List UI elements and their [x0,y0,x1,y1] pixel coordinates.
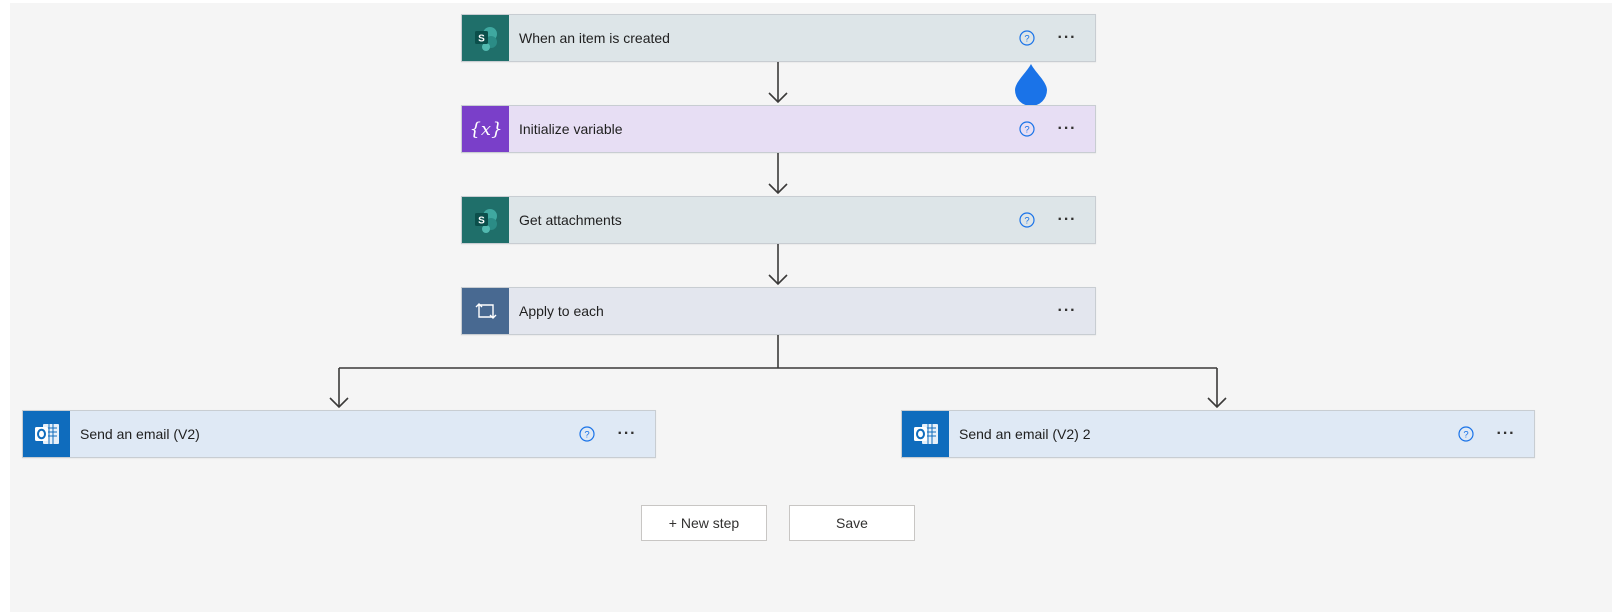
variable-icon: {x} [462,106,509,152]
outlook-icon [902,411,949,457]
step-card-send-email-2[interactable]: Send an email (V2) 2 ? ··· [901,410,1535,458]
drop-marker-icon [1015,64,1047,106]
step-title: Send an email (V2) [80,426,200,442]
save-button[interactable]: Save [789,505,915,541]
step-title: When an item is created [519,30,670,46]
help-icon[interactable]: ? [1019,30,1035,46]
svg-text:?: ? [1463,430,1468,441]
step-card-apply-to-each[interactable]: Apply to each ··· [461,287,1096,335]
help-icon[interactable]: ? [579,426,595,442]
more-options-icon[interactable]: ··· [1053,301,1081,321]
help-icon[interactable]: ? [1019,212,1035,228]
more-options-icon[interactable]: ··· [1053,119,1081,139]
sharepoint-icon: S [462,197,509,243]
svg-text:?: ? [1024,34,1029,45]
more-options-icon[interactable]: ··· [613,424,641,444]
more-options-icon[interactable]: ··· [1053,210,1081,230]
loop-icon [462,288,509,334]
step-card-trigger[interactable]: S When an item is created ? ··· [461,14,1096,62]
help-icon[interactable]: ? [1458,426,1474,442]
outlook-icon [23,411,70,457]
step-card-send-email[interactable]: Send an email (V2) ? ··· [22,410,656,458]
new-step-button[interactable]: + New step [641,505,767,541]
step-title: Initialize variable [519,121,623,137]
step-title: Send an email (V2) 2 [959,426,1091,442]
svg-text:?: ? [584,430,589,441]
svg-text:?: ? [1024,216,1029,227]
step-title: Get attachments [519,212,622,228]
more-options-icon[interactable]: ··· [1053,28,1081,48]
step-card-initialize-variable[interactable]: {x} Initialize variable ? ··· [461,105,1096,153]
step-title: Apply to each [519,303,604,319]
svg-text:?: ? [1024,125,1029,136]
more-options-icon[interactable]: ··· [1492,424,1520,444]
svg-text:S: S [478,34,485,45]
svg-text:{x}: {x} [469,119,502,140]
sharepoint-icon: S [462,15,509,61]
step-card-get-attachments[interactable]: S Get attachments ? ··· [461,196,1096,244]
help-icon[interactable]: ? [1019,121,1035,137]
svg-text:S: S [478,216,485,227]
